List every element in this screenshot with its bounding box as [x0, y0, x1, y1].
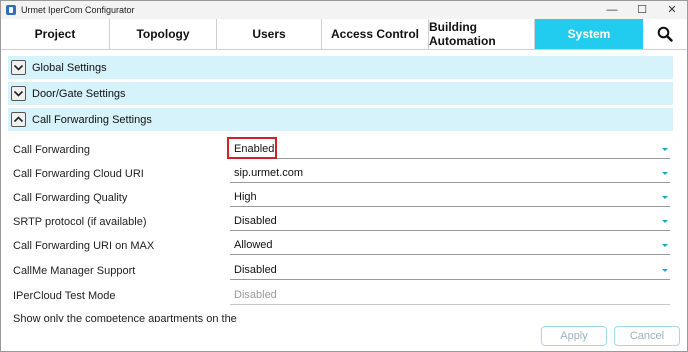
maximize-button[interactable]: ☐	[627, 1, 657, 19]
section-title: Door/Gate Settings	[32, 87, 126, 100]
app-icon	[6, 5, 16, 15]
select-value: sip.urmet.com	[234, 167, 304, 179]
tab-system[interactable]: System	[535, 19, 643, 49]
app-window: Urmet IperCom Configurator — ☐ ✕ Project…	[0, 0, 688, 352]
call-forwarding-select[interactable]: Enabled	[227, 137, 670, 159]
minimize-button[interactable]: —	[597, 1, 627, 19]
setting-label: Call Forwarding URI on MAX	[13, 240, 155, 252]
select-value: Allowed	[234, 239, 273, 251]
ipercloud-test-mode-field: Disabled	[230, 287, 670, 305]
window-controls: — ☐ ✕	[597, 1, 687, 19]
select-value: Enabled	[234, 143, 275, 155]
setting-label: CallMe Manager Support	[13, 265, 136, 277]
field-value: Disabled	[234, 289, 277, 301]
cancel-button[interactable]: Cancel	[614, 326, 680, 346]
section-title: Global Settings	[32, 61, 107, 74]
main-tabs: Project Topology Users Access Control Bu…	[1, 19, 687, 50]
setting-label: Show only the competence apartments on t…	[13, 313, 237, 322]
tab-project[interactable]: Project	[1, 19, 110, 49]
select-value: Disabled	[234, 215, 277, 227]
srtp-protocol-select[interactable]: Disabled	[230, 213, 670, 231]
setting-label: Call Forwarding Quality	[13, 192, 128, 204]
tab-topology[interactable]: Topology	[110, 19, 217, 49]
quality-select[interactable]: High	[230, 189, 670, 207]
settings-panel: Global Settings Door/Gate Settings Call …	[1, 50, 687, 322]
dropdown-arrow-icon[interactable]	[662, 148, 668, 151]
select-value: Disabled	[234, 264, 277, 276]
section-door-gate-settings[interactable]: Door/Gate Settings	[8, 82, 673, 105]
setting-label: Call Forwarding Cloud URI	[13, 168, 144, 180]
close-button[interactable]: ✕	[657, 1, 687, 19]
search-icon	[657, 26, 673, 42]
dropdown-arrow-icon[interactable]	[662, 196, 668, 199]
dropdown-arrow-icon[interactable]	[662, 269, 668, 272]
setting-label: SRTP protocol (if available)	[13, 216, 147, 228]
title-bar: Urmet IperCom Configurator — ☐ ✕	[1, 1, 687, 19]
tab-users[interactable]: Users	[217, 19, 322, 49]
chevron-up-icon[interactable]	[11, 112, 26, 127]
setting-label: Call Forwarding	[13, 144, 91, 156]
dropdown-arrow-icon[interactable]	[662, 172, 668, 175]
section-global-settings[interactable]: Global Settings	[8, 56, 673, 79]
cloud-uri-select[interactable]: sip.urmet.com	[230, 165, 670, 183]
section-title: Call Forwarding Settings	[32, 113, 152, 126]
uri-on-max-select[interactable]: Allowed	[230, 237, 670, 255]
tab-building-automation[interactable]: Building Automation	[429, 19, 535, 49]
section-call-forwarding-settings[interactable]: Call Forwarding Settings	[8, 108, 673, 131]
chevron-down-icon[interactable]	[11, 86, 26, 101]
apply-button[interactable]: Apply	[541, 326, 607, 346]
dropdown-arrow-icon[interactable]	[662, 244, 668, 247]
callme-manager-select[interactable]: Disabled	[230, 262, 670, 280]
window-title: Urmet IperCom Configurator	[21, 5, 135, 15]
setting-label: IPerCloud Test Mode	[13, 290, 116, 302]
tab-access-control[interactable]: Access Control	[322, 19, 429, 49]
footer-bar: Apply Cancel	[1, 322, 687, 351]
chevron-down-icon[interactable]	[11, 60, 26, 75]
scrollbar-track[interactable]	[675, 50, 687, 322]
dropdown-arrow-icon[interactable]	[662, 220, 668, 223]
select-value: High	[234, 191, 257, 203]
search-button[interactable]	[643, 19, 687, 49]
